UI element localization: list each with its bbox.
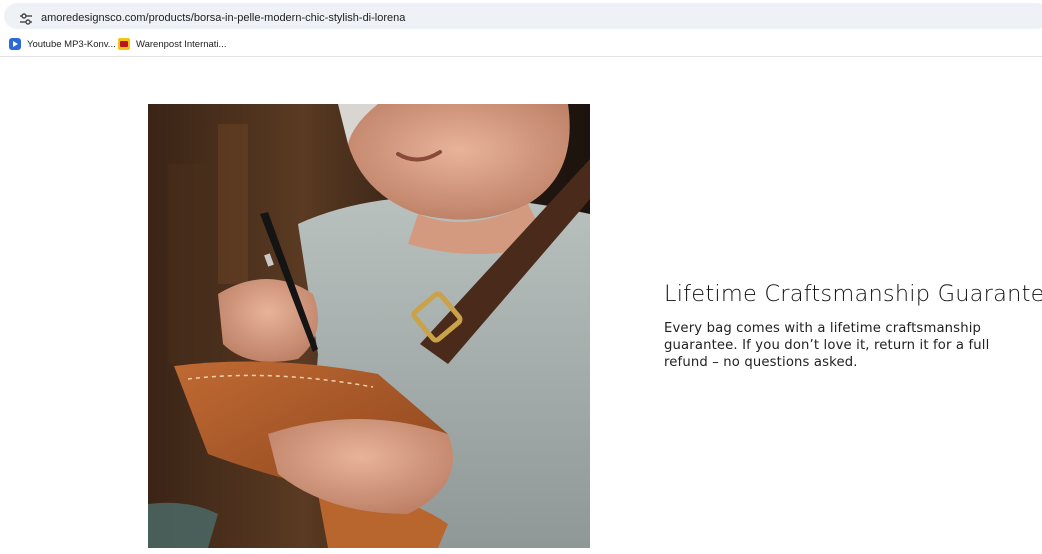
bookmark-label: Youtube MP3-Konv... — [27, 38, 116, 50]
omnibox[interactable]: amoredesignsco.com/products/borsa-in-pel… — [4, 3, 1042, 29]
bookmark-warenpost[interactable]: Warenpost Internati... — [118, 36, 226, 52]
dhl-icon — [118, 38, 130, 50]
bookmark-label: Warenpost Internati... — [136, 38, 227, 50]
guarantee-section: Lifetime Craftsmanship Guarantee Every b… — [664, 281, 1042, 371]
site-settings-icon[interactable] — [18, 11, 34, 27]
guarantee-title: Lifetime Craftsmanship Guarantee — [664, 281, 1042, 307]
bookmark-youtube-mp3[interactable]: Youtube MP3-Konv... — [9, 36, 116, 52]
url-text[interactable]: amoredesignsco.com/products/borsa-in-pel… — [41, 12, 405, 24]
youtube-icon — [9, 38, 21, 50]
guarantee-description: Every bag comes with a lifetime craftsma… — [664, 321, 990, 370]
address-bar: amoredesignsco.com/products/borsa-in-pel… — [0, 0, 1042, 32]
hero-photo — [148, 104, 590, 548]
bookmarks-bar: Youtube MP3-Konv... Warenpost Internati.… — [0, 32, 1042, 57]
